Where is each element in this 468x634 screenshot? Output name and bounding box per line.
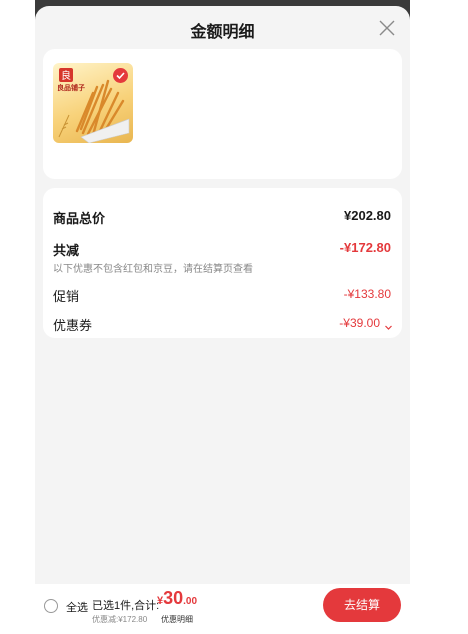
total-decimal: .00 (183, 596, 198, 607)
reduction-note: 以下优惠不包含红包和京豆，请在结算页查看 (53, 264, 253, 275)
check-icon (113, 68, 128, 83)
brand-logo-text: 良品铺子 (57, 83, 85, 92)
promotion-value: -¥133.80 (343, 287, 391, 301)
checkout-bar: 全选 已选1件,合计: ¥30.00 优惠减:¥172.80 优惠明细 去结算 (35, 584, 410, 634)
price-summary-card: 商品总价 ¥202.80 共减 -¥172.80 以下优惠不包含红包和京豆，请在… (43, 188, 402, 338)
sheet-title: 金额明细 (190, 24, 255, 41)
total-price: ¥30.00 (157, 588, 197, 609)
brand-logo-glyph: 良 (61, 69, 71, 82)
promotion-label: 促销 (53, 289, 80, 304)
total-integer: 30 (163, 588, 184, 608)
phone-screen: 金额明细 良 良品铺子 商品总价 ¥202.80 共减 -¥172.80 以下优… (35, 0, 410, 634)
discount-detail-link[interactable]: 优惠明细 (161, 614, 193, 625)
selected-info: 已选1件,合计: (92, 600, 160, 612)
product-card: 良 良品铺子 (43, 49, 402, 209)
product-image[interactable]: 良 良品铺子 (53, 63, 133, 143)
total-reduction-value: -¥172.80 (339, 240, 391, 255)
chevron-down-icon[interactable] (384, 319, 393, 330)
amount-detail-sheet: 金额明细 良 良品铺子 商品总价 ¥202.80 共减 -¥172.80 以下优… (35, 6, 410, 584)
coupon-label: 优惠券 (53, 318, 93, 333)
goods-total-value: ¥202.80 (344, 208, 391, 223)
select-all-label[interactable]: 全选 (66, 599, 88, 615)
discount-line: 优惠减:¥172.80 (92, 615, 148, 624)
close-icon[interactable] (377, 18, 397, 38)
goods-total-label: 商品总价 (53, 211, 106, 226)
coupon-value[interactable]: -¥39.00 (339, 316, 380, 330)
select-all-radio[interactable] (44, 599, 58, 613)
total-reduction-label: 共减 (53, 243, 80, 258)
checkout-button[interactable]: 去结算 (323, 588, 401, 622)
